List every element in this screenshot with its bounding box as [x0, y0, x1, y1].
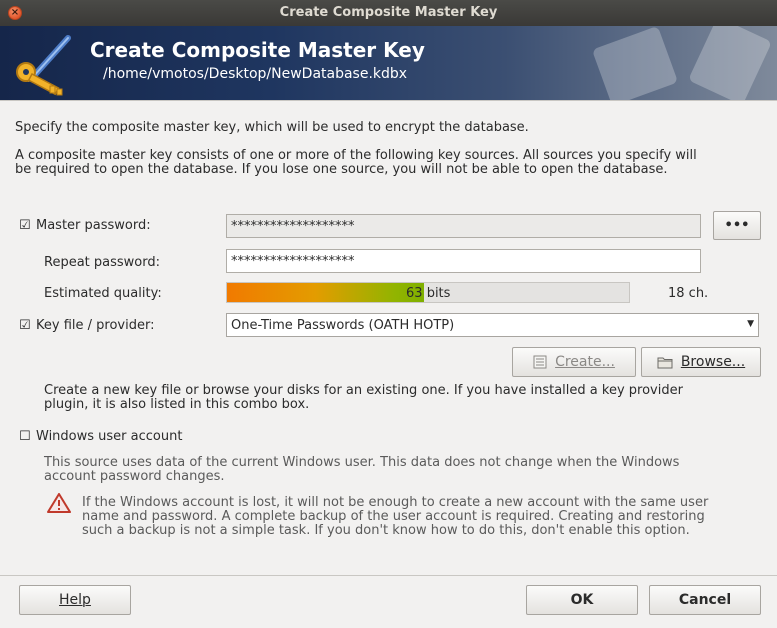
window-title: Create Composite Master Key [279, 5, 498, 20]
ok-button[interactable]: OK [526, 585, 638, 615]
quality-bar-fill [227, 283, 424, 302]
show-password-button[interactable]: ••• [713, 211, 761, 240]
create-key-file-button[interactable]: Create... [512, 347, 636, 377]
warning-icon [47, 493, 71, 513]
key-file-checkbox[interactable]: ☑ [19, 319, 31, 332]
folder-icon [657, 357, 673, 368]
key-file-help-2: plugin, it is also listed in this combo … [44, 397, 310, 412]
new-file-icon [533, 355, 547, 369]
key-provider-selected: One-Time Passwords (OATH HOTP) [231, 318, 455, 333]
key-file-help: Create a new key file or browse your dis… [44, 383, 683, 398]
estimated-quality-label: Estimated quality: [44, 286, 162, 301]
database-path: /home/vmotos/Desktop/NewDatabase.kdbx [103, 66, 408, 82]
key-file-label: Key file / provider: [36, 318, 155, 333]
banner-decoration [593, 26, 771, 100]
quality-bits-text: 63 bits [406, 286, 450, 301]
browse-key-file-button[interactable]: Browse... [641, 347, 761, 377]
windows-account-desc-2: account password changes. [44, 469, 225, 484]
windows-account-label: Windows user account [36, 429, 183, 444]
quality-bits: 63 [406, 286, 423, 301]
quality-bar: 63 bits [226, 282, 630, 303]
master-password-checkbox[interactable]: ☑ [19, 219, 31, 232]
repeat-password-field[interactable] [226, 249, 701, 273]
windows-account-warning: If the Windows account is lost, it will … [82, 495, 709, 510]
intro-text-2: A composite master key consists of one o… [15, 148, 697, 163]
footer-separator [0, 575, 777, 576]
windows-account-warning-2: name and password. A complete backup of … [82, 509, 705, 524]
intro-text-3: be required to open the database. If you… [15, 162, 668, 177]
master-password-field[interactable] [226, 214, 701, 238]
dropdown-arrow-icon[interactable]: ▼ [747, 319, 754, 329]
title-bar: × Create Composite Master Key [0, 0, 777, 26]
help-button[interactable]: Help [19, 585, 131, 615]
banner: Create Composite Master Key /home/vmotos… [0, 26, 777, 100]
browse-label: Browse... [680, 354, 746, 370]
windows-account-desc: This source uses data of the current Win… [44, 455, 680, 470]
repeat-password-label: Repeat password: [44, 255, 160, 270]
password-length: 18 ch. [668, 286, 709, 301]
windows-account-warning-3: such a backup is not a simple task. If y… [82, 523, 690, 538]
banner-separator [0, 100, 777, 101]
banner-title: Create Composite Master Key [90, 38, 425, 62]
key-pen-icon [16, 35, 71, 96]
cancel-button[interactable]: Cancel [649, 585, 761, 615]
master-password-label: Master password: [36, 218, 151, 233]
key-provider-select[interactable]: One-Time Passwords (OATH HOTP) ▼ [226, 313, 759, 337]
create-label: Create... [555, 354, 615, 370]
windows-account-checkbox[interactable]: ☐ [19, 430, 31, 443]
quality-bits-unit: bits [426, 286, 451, 301]
help-label: Help [59, 592, 91, 608]
intro-text: Specify the composite master key, which … [15, 120, 529, 135]
